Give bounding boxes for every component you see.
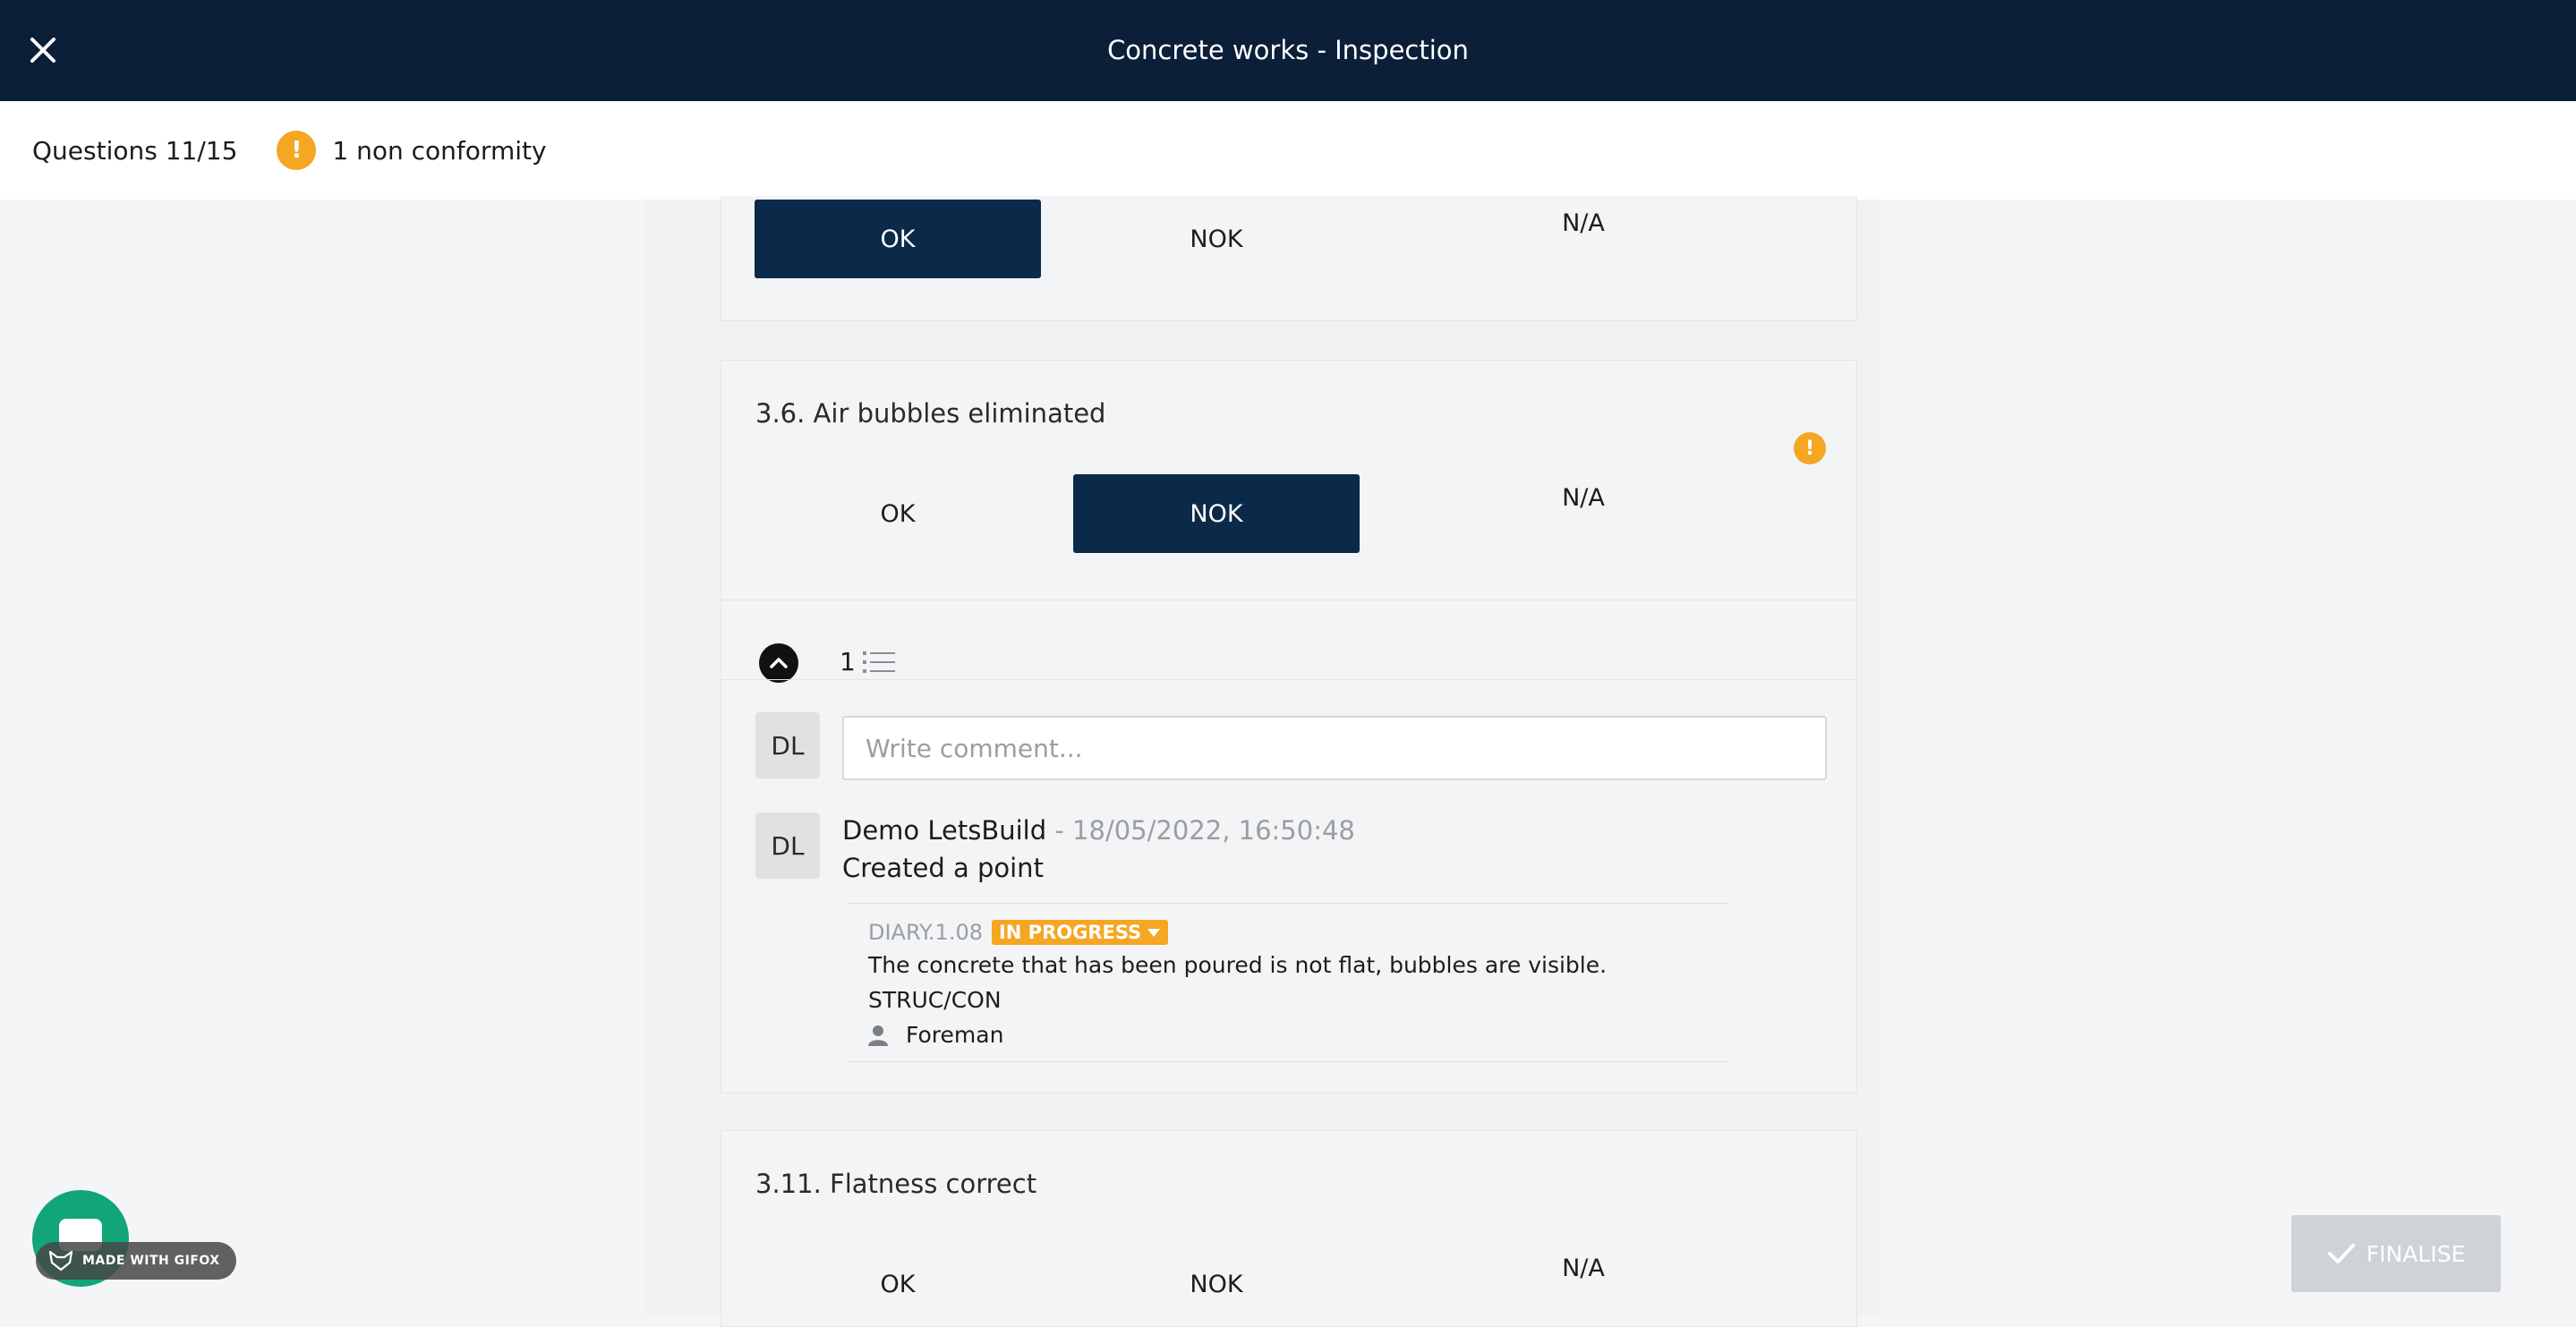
point-card[interactable]: DIARY.1.08 IN PROGRESS The concrete that…: [847, 903, 1728, 1062]
progress-bar: Questions 11/15 ! 1 non conformity: [0, 101, 2576, 200]
fox-icon: [48, 1250, 73, 1272]
finalise-button[interactable]: FINALISE: [2291, 1215, 2501, 1292]
point-header: DIARY.1.08 IN PROGRESS: [868, 920, 1169, 945]
question-card: OK NOK N/A: [721, 196, 1857, 321]
question-card: 3.6. Air bubbles eliminated ! OK NOK N/A…: [721, 360, 1857, 1093]
comment-header: Demo LetsBuild - 18/05/2022, 16:50:48: [842, 815, 1355, 846]
question-title: 3.6. Air bubbles eliminated: [755, 398, 1106, 429]
caret-down-icon: [1147, 929, 1161, 937]
status-label: IN PROGRESS: [998, 922, 1142, 943]
question-title: 3.11. Flatness correct: [755, 1169, 1037, 1199]
comment-text: Created a point: [842, 853, 1044, 883]
point-assignee: Foreman: [868, 1022, 1003, 1048]
comment-author: Demo LetsBuild: [842, 815, 1047, 846]
comment-timestamp: - 18/05/2022, 16:50:48: [1046, 815, 1355, 846]
nonconformity-icon: !: [1794, 432, 1826, 464]
check-icon: [2327, 1244, 2355, 1263]
question-card: 3.11. Flatness correct OK NOK N/A: [721, 1130, 1857, 1327]
ok-button[interactable]: OK: [755, 200, 1041, 278]
questions-counter: Questions 11/15: [32, 135, 238, 166]
avatar: DL: [755, 812, 820, 879]
questions-area[interactable]: OK NOK N/A 3.6. Air bubbles eliminated !…: [0, 196, 2576, 1327]
gifox-label: MADE WITH GIFOX: [82, 1254, 220, 1268]
ok-button[interactable]: OK: [755, 474, 1041, 553]
points-count: 1: [840, 647, 856, 676]
nonconformity-count: 1 non conformity: [332, 135, 547, 166]
point-description: The concrete that has been poured is not…: [868, 952, 1608, 978]
avatar: DL: [755, 712, 820, 778]
nok-button[interactable]: NOK: [1073, 1245, 1360, 1323]
nok-button[interactable]: NOK: [1073, 474, 1360, 553]
gifox-badge: MADE WITH GIFOX: [36, 1242, 236, 1280]
na-button[interactable]: N/A: [1440, 183, 1727, 262]
point-category: STRUC/CON: [868, 987, 1002, 1013]
point-code: DIARY.1.08: [868, 920, 983, 945]
warning-icon: !: [277, 131, 317, 170]
na-button[interactable]: N/A: [1440, 1229, 1727, 1307]
divider: [721, 679, 1856, 680]
collapse-icon[interactable]: [759, 643, 798, 683]
person-icon: [868, 1025, 888, 1046]
status-badge[interactable]: IN PROGRESS: [991, 920, 1169, 945]
nok-button[interactable]: NOK: [1073, 200, 1360, 278]
comment-input[interactable]: [842, 716, 1827, 780]
ok-button[interactable]: OK: [755, 1245, 1041, 1323]
assignee-name: Foreman: [906, 1022, 1004, 1048]
page-title: Concrete works - Inspection: [1107, 35, 1469, 65]
top-bar: Concrete works - Inspection: [0, 0, 2576, 101]
na-button[interactable]: N/A: [1440, 458, 1727, 537]
list-icon: [863, 649, 895, 679]
finalise-label: FINALISE: [2366, 1240, 2466, 1267]
